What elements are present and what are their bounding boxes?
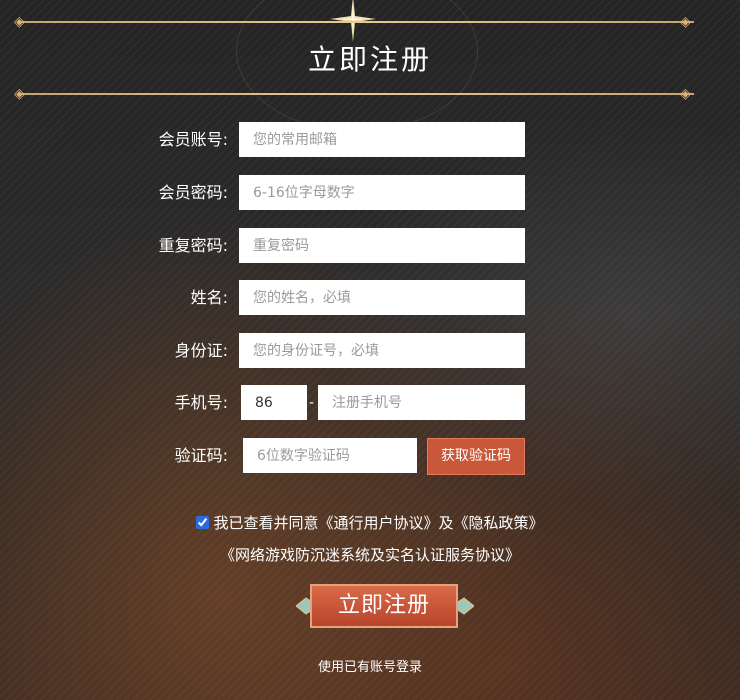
name-input[interactable] [239, 280, 525, 315]
country-code-input[interactable] [241, 385, 307, 420]
repeat-password-input[interactable] [239, 228, 525, 263]
account-input[interactable] [239, 122, 525, 157]
id-card-input[interactable] [239, 333, 525, 368]
code-input[interactable] [243, 438, 417, 473]
id-card-label: 身份证: [174, 341, 228, 360]
page-title: 立即注册 [307, 43, 432, 76]
password-label: 会员密码: [158, 183, 228, 202]
repeat-password-label: 重复密码: [158, 236, 228, 255]
agree-prefix: 我已查看并同意 [213, 514, 319, 532]
divider-end-icon: ◈ [14, 86, 25, 102]
register-button[interactable]: 立即注册 [310, 584, 458, 628]
id-card-row: 身份证: [0, 333, 740, 369]
user-agreement-link[interactable]: 《通行用户协议》 [318, 514, 438, 532]
phone-row: 手机号: - [0, 385, 740, 421]
divider-end-icon: ◈ [680, 86, 691, 102]
agree-conj: 及 [438, 514, 454, 532]
agreement-line: 我已查看并同意《通行用户协议》及《隐私政策》 [0, 512, 740, 533]
name-row: 姓名: [0, 280, 740, 316]
login-existing-account-link[interactable]: 使用已有账号登录 [0, 656, 740, 675]
account-label: 会员账号: [158, 130, 228, 149]
agreement-line-2: 《网络游戏防沉迷系统及实名认证服务协议》 [0, 544, 740, 565]
get-code-button[interactable]: 获取验证码 [427, 438, 525, 475]
password-input[interactable] [239, 175, 525, 210]
code-row: 验证码: 获取验证码 [0, 438, 740, 475]
anti-addiction-link[interactable]: 《网络游戏防沉迷系统及实名认证服务协议》 [220, 546, 520, 564]
privacy-policy-link[interactable]: 《隐私政策》 [454, 514, 544, 532]
code-label: 验证码: [174, 446, 228, 465]
phone-separator: - [309, 395, 315, 411]
agree-checkbox[interactable] [196, 516, 210, 529]
divider-end-icon: ◈ [680, 14, 691, 30]
password-row: 会员密码: [0, 175, 740, 211]
submit-area: 立即注册 [296, 582, 474, 630]
name-label: 姓名: [190, 288, 228, 307]
phone-input[interactable] [318, 385, 525, 420]
bottom-divider [18, 93, 694, 95]
repeat-password-row: 重复密码: [0, 228, 740, 264]
top-divider [18, 21, 694, 23]
account-row: 会员账号: [0, 122, 740, 158]
phone-label: 手机号: [174, 393, 228, 412]
divider-end-icon: ◈ [14, 14, 25, 30]
